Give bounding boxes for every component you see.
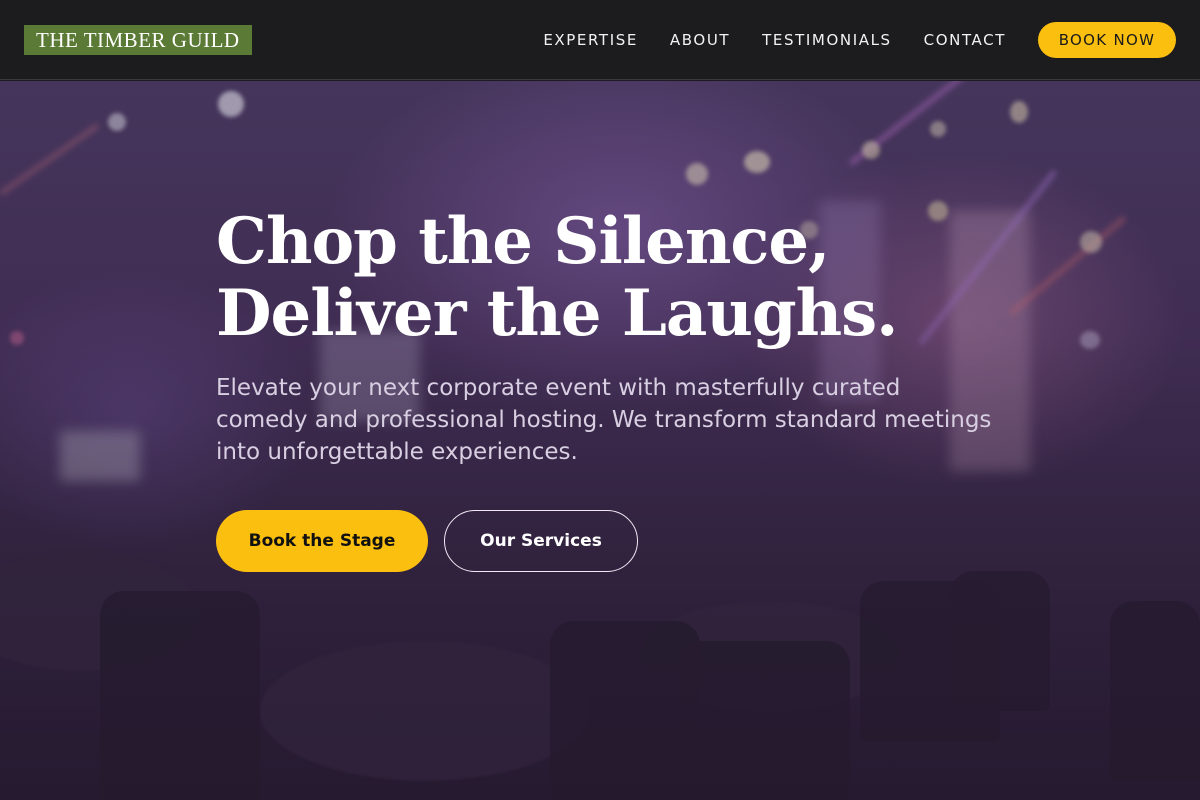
hero-headline: Chop the Silence, Deliver the Laughs. xyxy=(216,206,1016,350)
hero-subtext: Elevate your next corporate event with m… xyxy=(216,375,992,465)
hero-cta-group: Book the Stage Our Services xyxy=(216,510,1016,572)
headline-line-1: Chop the Silence, xyxy=(216,204,830,279)
headline-line-2: Deliver the Laughs. xyxy=(216,276,898,351)
nav-link-contact[interactable]: CONTACT xyxy=(924,31,1006,49)
nav-link-about[interactable]: ABOUT xyxy=(670,31,730,49)
hero-content: Chop the Silence, Deliver the Laughs. El… xyxy=(216,206,1016,572)
book-stage-button[interactable]: Book the Stage xyxy=(216,510,428,572)
nav-link-testimonials[interactable]: TESTIMONIALS xyxy=(762,31,891,49)
nav-link-expertise[interactable]: EXPERTISE xyxy=(543,31,638,49)
main-nav: EXPERTISE ABOUT TESTIMONIALS CONTACT BOO… xyxy=(543,21,1176,58)
site-header: THE TIMBER GUILD EXPERTISE ABOUT TESTIMO… xyxy=(0,0,1200,80)
book-now-button[interactable]: BOOK NOW xyxy=(1038,21,1176,58)
our-services-button[interactable]: Our Services xyxy=(444,510,638,572)
site-logo[interactable]: THE TIMBER GUILD xyxy=(24,24,252,55)
